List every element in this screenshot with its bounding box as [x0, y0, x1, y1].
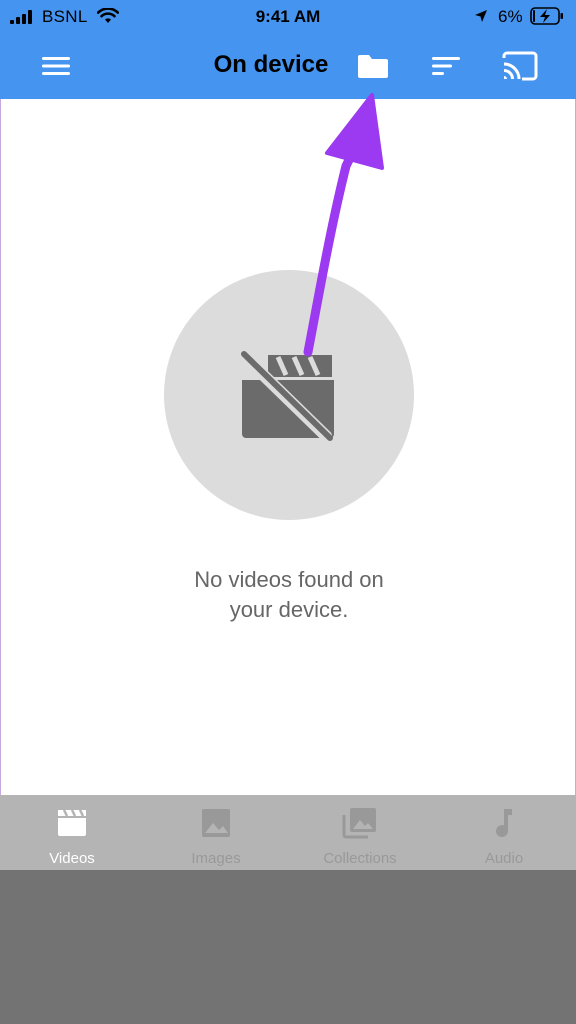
collections-icon — [342, 808, 376, 839]
music-note-icon — [496, 809, 512, 838]
main-content: No videos found on your device. — [0, 99, 576, 795]
nav-label-collections: Collections — [323, 850, 397, 867]
battery-percent: 6% — [498, 7, 523, 26]
nav-item-videos[interactable]: Videos — [0, 795, 144, 870]
menu-icon[interactable] — [38, 52, 74, 80]
video-off-icon — [241, 351, 334, 442]
empty-state-message: No videos found on your device. — [1, 565, 576, 625]
empty-message-line2: your device. — [229, 597, 349, 622]
nav-label-audio: Audio — [484, 850, 524, 867]
app-bar: On device — [0, 34, 576, 99]
page-title: On device — [213, 51, 329, 78]
image-icon — [202, 809, 230, 837]
empty-state-circle — [164, 270, 414, 520]
status-bar: BSNL 9:41 AM 6% — [0, 0, 576, 34]
nav-item-images[interactable]: Images — [144, 795, 288, 870]
battery-charging-icon — [530, 7, 563, 25]
location-arrow-icon — [475, 10, 487, 22]
folder-icon[interactable] — [354, 50, 392, 82]
cast-icon[interactable] — [500, 49, 540, 83]
nav-label-images: Images — [191, 850, 241, 867]
clapperboard-icon — [58, 809, 86, 836]
empty-message-line1: No videos found on — [194, 567, 384, 592]
nav-item-collections[interactable]: Collections — [288, 795, 432, 870]
bottom-nav: Videos Images Collections Audio — [0, 795, 576, 870]
nav-item-audio[interactable]: Audio — [432, 795, 576, 870]
status-time: 9:41 AM — [255, 7, 321, 26]
sort-icon[interactable] — [426, 52, 466, 80]
nav-label-videos: Videos — [49, 850, 95, 867]
bottom-overlay-area — [0, 870, 576, 1024]
